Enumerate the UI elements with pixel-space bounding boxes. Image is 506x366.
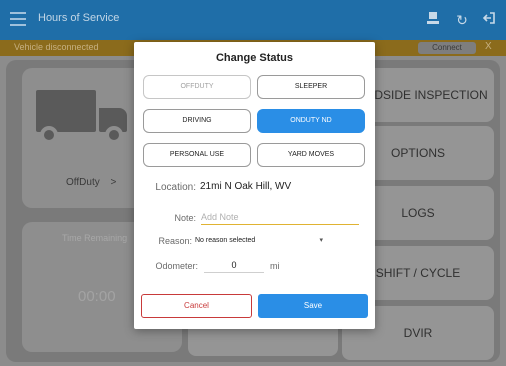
- odometer-label: Odometer:: [155, 261, 198, 271]
- menu-icon[interactable]: [10, 12, 26, 26]
- save-button[interactable]: Save: [258, 294, 368, 318]
- onduty-nd-button[interactable]: ONDUTY ND: [257, 109, 365, 133]
- caret-down-icon: ▾: [319, 237, 323, 244]
- cancel-button[interactable]: Cancel: [141, 294, 252, 318]
- menu-label: OPTIONS: [390, 146, 445, 160]
- logout-icon[interactable]: [479, 10, 499, 30]
- note-label: Note:: [174, 213, 196, 223]
- menu-label: SHIFT / CYCLE: [375, 266, 461, 280]
- wheel-icon: [105, 126, 123, 144]
- status-text: OffDuty: [66, 177, 100, 188]
- menu-label: LOGS: [401, 206, 435, 220]
- reason-value: No reason selected: [195, 237, 256, 244]
- note-input[interactable]: [201, 210, 359, 225]
- app-title: Hours of Service: [38, 12, 120, 24]
- sleeper-button[interactable]: SLEEPER: [257, 75, 365, 99]
- yard-moves-button[interactable]: YARD MOVES: [257, 143, 365, 167]
- reason-label: Reason:: [158, 236, 192, 246]
- wheel-icon: [40, 126, 58, 144]
- refresh-icon[interactable]: ↻: [452, 10, 472, 30]
- odometer-unit: mi: [270, 261, 280, 271]
- change-status-dialog: Change Status OFFDUTY SLEEPER DRIVING ON…: [134, 42, 375, 329]
- time-remaining-label: Time Remaining: [62, 233, 128, 243]
- driving-button[interactable]: DRIVING: [143, 109, 251, 133]
- time-remaining-value: 00:00: [78, 288, 116, 305]
- menu-label: DVIR: [403, 326, 433, 340]
- dialog-title: Change Status: [215, 52, 293, 64]
- current-status-label[interactable]: OffDuty >: [66, 177, 116, 188]
- reason-select[interactable]: No reason selected ▾: [195, 234, 325, 248]
- chevron-right-icon: >: [110, 177, 117, 188]
- close-banner-icon[interactable]: X: [485, 41, 492, 52]
- location-label: Location:: [155, 182, 196, 193]
- app-bar: Hours of Service ↻: [0, 0, 506, 40]
- offduty-button[interactable]: OFFDUTY: [143, 75, 251, 99]
- connect-button[interactable]: Connect: [418, 42, 476, 54]
- location-value: 21mi N Oak Hill, WV: [200, 181, 292, 192]
- odometer-input[interactable]: [204, 258, 264, 273]
- personal-use-button[interactable]: PERSONAL USE: [143, 143, 251, 167]
- driver-icon[interactable]: [423, 10, 443, 30]
- banner-message: Vehicle disconnected: [14, 42, 99, 52]
